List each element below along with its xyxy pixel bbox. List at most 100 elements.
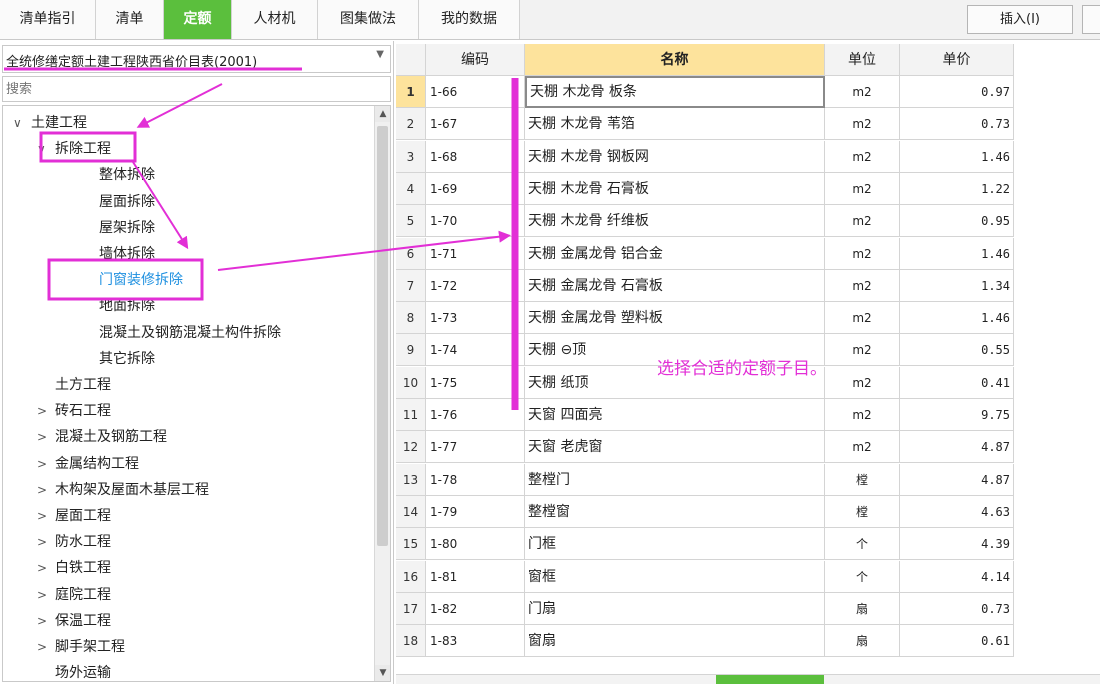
row-index[interactable]: 1 <box>396 76 426 108</box>
tree-item[interactable]: ∨ 土建工程 <box>13 110 87 136</box>
tree-item[interactable]: ∨ 拆除工程 <box>37 136 111 162</box>
tab-quota[interactable]: 定额 <box>164 0 232 39</box>
cell-code[interactable]: 1-73 <box>426 302 525 335</box>
scroll-up-icon[interactable]: ▲ <box>375 106 390 122</box>
tree-item[interactable]: > 混凝土及钢筋工程 <box>37 424 167 450</box>
cell-price[interactable]: 0.73 <box>900 592 1014 625</box>
cell-unit[interactable]: m2 <box>825 108 900 141</box>
cell-code[interactable]: 1-75 <box>426 366 525 399</box>
cell-price[interactable]: 0.61 <box>900 625 1014 658</box>
cell-name[interactable]: 门框 <box>525 528 825 561</box>
cell-name[interactable]: 门扇 <box>525 592 825 625</box>
cell-code[interactable]: 1-78 <box>426 463 525 496</box>
cell-unit[interactable]: 扇 <box>825 625 900 658</box>
chevron-right-icon[interactable]: > <box>37 477 55 503</box>
cell-name[interactable]: 整樘门 <box>525 463 825 496</box>
tree-item[interactable]: > 防水工程 <box>37 529 111 555</box>
cell-code[interactable]: 1-79 <box>426 495 525 528</box>
tab-bill[interactable]: 清单 <box>96 0 164 39</box>
cell-unit[interactable]: m2 <box>825 269 900 302</box>
cell-price[interactable]: 4.14 <box>900 560 1014 593</box>
row-index[interactable]: 12 <box>396 431 426 464</box>
tree-item[interactable]: > 砖石工程 <box>37 398 111 424</box>
row-index[interactable]: 2 <box>396 108 426 141</box>
chevron-down-icon[interactable]: ∨ <box>13 110 31 136</box>
cell-unit[interactable]: m2 <box>825 237 900 270</box>
cell-unit[interactable]: m2 <box>825 205 900 238</box>
tab-labor-material-machine[interactable]: 人材机 <box>232 0 318 39</box>
scroll-down-icon[interactable]: ▼ <box>375 665 390 681</box>
cell-price[interactable]: 0.95 <box>900 205 1014 238</box>
grid-horizontal-scrollbar[interactable] <box>396 674 1100 684</box>
cell-unit[interactable]: m2 <box>825 334 900 367</box>
cell-name[interactable]: 天窗 四面亮 <box>525 399 825 431</box>
cell-unit[interactable]: 樘 <box>825 463 900 496</box>
dataset-select[interactable]: 全统修缮定额土建工程陕西省价目表(2001) ▼ <box>2 45 391 73</box>
cell-unit[interactable]: m2 <box>825 399 900 431</box>
cell-unit[interactable]: m2 <box>825 76 900 108</box>
header-price[interactable]: 单价 <box>900 44 1014 76</box>
row-index[interactable]: 14 <box>396 495 426 528</box>
tree-item[interactable]: 地面拆除 <box>81 293 155 319</box>
cell-name[interactable]: 窗扇 <box>525 625 825 658</box>
row-index[interactable]: 9 <box>396 334 426 367</box>
cell-code[interactable]: 1-76 <box>426 399 525 431</box>
cell-name[interactable]: 窗框 <box>525 560 825 593</box>
cell-unit[interactable]: 樘 <box>825 495 900 528</box>
cell-name[interactable]: 天棚 木龙骨 石膏板 <box>525 172 825 205</box>
cell-code[interactable]: 1-70 <box>426 205 525 238</box>
scroll-thumb[interactable] <box>377 126 388 546</box>
tab-my-data[interactable]: 我的数据 <box>419 0 520 39</box>
tree-item[interactable]: 其它拆除 <box>81 346 155 372</box>
row-index[interactable]: 8 <box>396 302 426 335</box>
cell-name[interactable]: 天窗 老虎窗 <box>525 431 825 464</box>
chevron-right-icon[interactable]: > <box>37 582 55 608</box>
cell-unit[interactable]: 扇 <box>825 592 900 625</box>
tree-item[interactable]: 整体拆除 <box>81 162 155 188</box>
row-index[interactable]: 7 <box>396 269 426 302</box>
cell-code[interactable]: 1-80 <box>426 528 525 561</box>
tree-item[interactable]: > 庭院工程 <box>37 582 111 608</box>
cell-unit[interactable]: m2 <box>825 366 900 399</box>
header-code[interactable]: 编码 <box>426 44 525 76</box>
row-index[interactable]: 15 <box>396 528 426 561</box>
cell-code[interactable]: 1-81 <box>426 560 525 593</box>
tree-item[interactable]: > 木构架及屋面木基层工程 <box>37 477 209 503</box>
cell-price[interactable]: 4.87 <box>900 431 1014 464</box>
row-index[interactable]: 13 <box>396 463 426 496</box>
cell-code[interactable]: 1-72 <box>426 269 525 302</box>
cell-price[interactable]: 1.22 <box>900 172 1014 205</box>
tab-atlas-method[interactable]: 图集做法 <box>318 0 419 39</box>
cell-unit[interactable]: m2 <box>825 431 900 464</box>
cell-code[interactable]: 1-82 <box>426 592 525 625</box>
tab-bill-guide[interactable]: 清单指引 <box>0 0 96 39</box>
chevron-right-icon[interactable]: > <box>37 424 55 450</box>
cell-name[interactable]: 天棚 金属龙骨 塑料板 <box>525 302 825 335</box>
tree-item[interactable]: 屋架拆除 <box>81 215 155 241</box>
cell-unit[interactable]: m2 <box>825 172 900 205</box>
cell-unit[interactable]: m2 <box>825 140 900 173</box>
cell-price[interactable]: 1.46 <box>900 302 1014 335</box>
chevron-right-icon[interactable]: > <box>37 555 55 581</box>
tree-item[interactable]: 土方工程 <box>37 372 111 398</box>
row-index[interactable]: 16 <box>396 560 426 593</box>
cell-code[interactable]: 1-67 <box>426 108 525 141</box>
cell-name[interactable]: 整樘窗 <box>525 495 825 528</box>
cell-name[interactable]: 天棚 木龙骨 钢板网 <box>525 140 825 173</box>
cell-unit[interactable]: 个 <box>825 560 900 593</box>
row-index[interactable]: 10 <box>396 366 426 399</box>
cell-price[interactable]: 4.87 <box>900 463 1014 496</box>
chevron-down-icon[interactable]: ∨ <box>37 136 55 162</box>
row-index[interactable]: 17 <box>396 592 426 625</box>
cell-price[interactable]: 0.55 <box>900 334 1014 367</box>
row-index[interactable]: 18 <box>396 625 426 658</box>
chevron-right-icon[interactable]: > <box>37 503 55 529</box>
cell-price[interactable]: 0.41 <box>900 366 1014 399</box>
cell-code[interactable]: 1-68 <box>426 140 525 173</box>
cell-name[interactable]: 天棚 木龙骨 纤维板 <box>525 205 825 238</box>
chevron-right-icon[interactable]: > <box>37 451 55 477</box>
insert-button[interactable]: 插入(I) <box>967 5 1073 34</box>
tree-item[interactable]: 混凝土及钢筋混凝土构件拆除 <box>81 320 281 346</box>
cell-code[interactable]: 1-71 <box>426 237 525 270</box>
tree-item[interactable]: 门窗装修拆除 <box>81 267 183 293</box>
